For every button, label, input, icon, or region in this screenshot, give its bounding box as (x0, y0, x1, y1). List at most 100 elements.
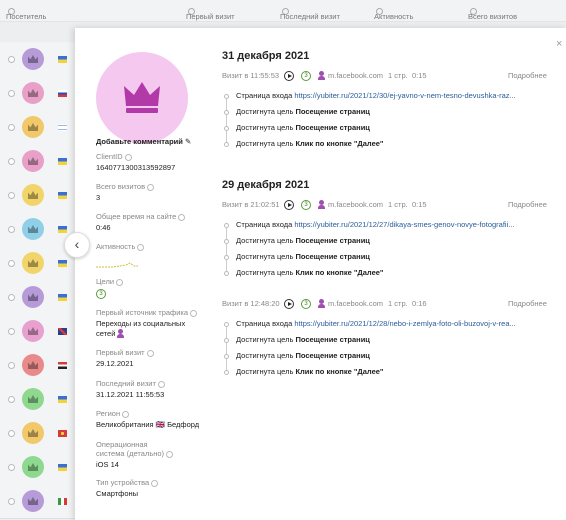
visitor-avatar-small (22, 388, 44, 410)
row-select-radio[interactable] (8, 362, 15, 369)
country-flag-icon (58, 328, 67, 335)
entry-page-link[interactable]: https://yubiter.ru/2021/12/28/nebo-i-zem… (294, 319, 515, 328)
row-select-radio[interactable] (8, 124, 15, 131)
row-select-radio[interactable] (8, 430, 15, 437)
visit-event: Страница входа https://yubiter.ru/2021/1… (224, 319, 554, 343)
visit-time: Визит в 12:48:20 (222, 299, 280, 308)
event-type: Достигнута цель (236, 268, 296, 277)
column-header-activity[interactable]: Активность (374, 6, 413, 21)
visitor-row[interactable] (0, 144, 78, 179)
visitor-avatar-small (22, 184, 44, 206)
goal-name: Клик по кнопке "Далее" (295, 268, 384, 277)
visitor-avatar-small (22, 456, 44, 478)
total-time-field: Общее время на сайте 0:46 (96, 212, 226, 233)
play-recording-icon[interactable] (284, 71, 294, 81)
row-select-radio[interactable] (8, 396, 15, 403)
event-type: Достигнута цель (236, 123, 296, 132)
play-recording-icon[interactable] (284, 299, 294, 309)
table-header: Посетитель Первый визит Последний визит … (0, 0, 566, 22)
country-flag-icon (58, 90, 67, 97)
row-select-radio[interactable] (8, 192, 15, 199)
add-comment-link[interactable]: Добавьте комментарий ✎ (96, 137, 191, 146)
row-select-radio[interactable] (8, 158, 15, 165)
visitor-row[interactable] (0, 314, 78, 349)
visit-duration: 0:16 (412, 299, 427, 308)
day-heading: 29 декабря 2021 (222, 179, 310, 191)
device-type-field: Тип устройства Смартфоны (96, 478, 226, 499)
column-header-first-visit[interactable]: Первый визит (186, 6, 235, 21)
entry-page-link[interactable]: https://yubiter.ru/2021/12/30/ej-yavno-v… (294, 91, 515, 100)
event-type: Достигнута цель (236, 236, 296, 245)
play-recording-icon[interactable] (284, 200, 294, 210)
row-select-radio[interactable] (8, 226, 15, 233)
goal-name: Посещение страниц (295, 335, 370, 344)
goals-badge[interactable]: 3 (301, 299, 311, 309)
goals-count-badge[interactable]: 3 (96, 289, 106, 299)
row-select-radio[interactable] (8, 464, 15, 471)
visit-summary[interactable]: Визит в 11:55:53 3 m.facebook.com 1 стр. 0:1… (222, 70, 548, 82)
event-type: Достигнута цель (236, 252, 296, 261)
row-select-radio[interactable] (8, 260, 15, 267)
country-flag-icon (58, 260, 67, 267)
country-flag-icon (58, 226, 67, 233)
visitor-avatar-small (22, 252, 44, 274)
visit-event: Достигнута цель Клик по кнопке "Далее" (224, 139, 554, 155)
country-flag-icon (58, 362, 67, 369)
visitor-row[interactable] (0, 416, 78, 451)
country-flag-icon (58, 192, 67, 199)
details-link[interactable]: Подробнее (508, 299, 547, 308)
visitor-avatar-small (22, 82, 44, 104)
close-icon[interactable]: × (556, 38, 562, 50)
visit-summary[interactable]: Визит в 12:48:20 3 m.facebook.com 1 стр. 0:1… (222, 298, 548, 310)
traffic-source: m.facebook.com (328, 200, 384, 209)
visitor-row[interactable] (0, 484, 78, 519)
visit-duration: 0:15 (412, 71, 427, 80)
activity-field: Активность (96, 242, 226, 271)
visitor-row[interactable] (0, 450, 78, 485)
visitor-row[interactable] (0, 76, 78, 111)
visitor-avatar-small (22, 116, 44, 138)
column-header-visitor[interactable]: Посетитель (6, 6, 46, 21)
entry-page-link[interactable]: https://yubiter.ru/2021/12/27/dikaya-sme… (294, 220, 514, 229)
event-type: Достигнута цель (236, 367, 296, 376)
row-select-radio[interactable] (8, 90, 15, 97)
country-flag-icon (58, 430, 67, 437)
previous-visitor-button[interactable]: ‹ (64, 232, 90, 258)
visitor-row[interactable] (0, 280, 78, 315)
last-visit-field: Последний визит 31.12.2021 11:55:53 (96, 379, 165, 399)
goal-name: Клик по кнопке "Далее" (295, 139, 384, 148)
event-type: Страница входа (236, 91, 295, 100)
row-select-radio[interactable] (8, 328, 15, 335)
visitor-row[interactable] (0, 110, 78, 145)
goals-badge[interactable]: 3 (301, 200, 311, 210)
event-type: Страница входа (236, 319, 295, 328)
visit-event: Достигнута цель Посещение страниц (224, 236, 554, 260)
visitor-avatar-small (22, 150, 44, 172)
goals-badge[interactable]: 3 (301, 71, 311, 81)
first-visit-field: Первый визит 29.12.2021 (96, 348, 226, 369)
pages-count: 1 стр. (388, 299, 408, 308)
visitor-row[interactable] (0, 42, 78, 77)
activity-sparkline (96, 262, 138, 268)
visitor-list (0, 42, 78, 520)
traffic-source-icon (318, 299, 325, 309)
visit-event: Достигнута цель Посещение страниц (224, 351, 554, 375)
visit-event: Достигнута цель Посещение страниц (224, 252, 554, 276)
row-select-radio[interactable] (8, 294, 15, 301)
column-header-last-visit[interactable]: Последний визит (280, 6, 340, 21)
details-link[interactable]: Подробнее (508, 71, 547, 80)
visitor-avatar-small (22, 320, 44, 342)
goal-name: Посещение страниц (295, 351, 370, 360)
country-flag-icon (58, 396, 67, 403)
visitor-row[interactable] (0, 382, 78, 417)
goal-name: Посещение страниц (295, 123, 370, 132)
details-link[interactable]: Подробнее (508, 200, 547, 209)
visit-summary[interactable]: Визит в 21:02:51 3 m.facebook.com 1 стр. 0:1… (222, 199, 548, 211)
visitor-row[interactable] (0, 178, 78, 213)
row-select-radio[interactable] (8, 498, 15, 505)
visit-duration: 0:15 (412, 200, 427, 209)
row-select-radio[interactable] (8, 56, 15, 63)
event-type: Достигнута цель (236, 139, 296, 148)
column-header-total-visits[interactable]: Всего визитов (468, 6, 517, 21)
visitor-row[interactable] (0, 348, 78, 383)
